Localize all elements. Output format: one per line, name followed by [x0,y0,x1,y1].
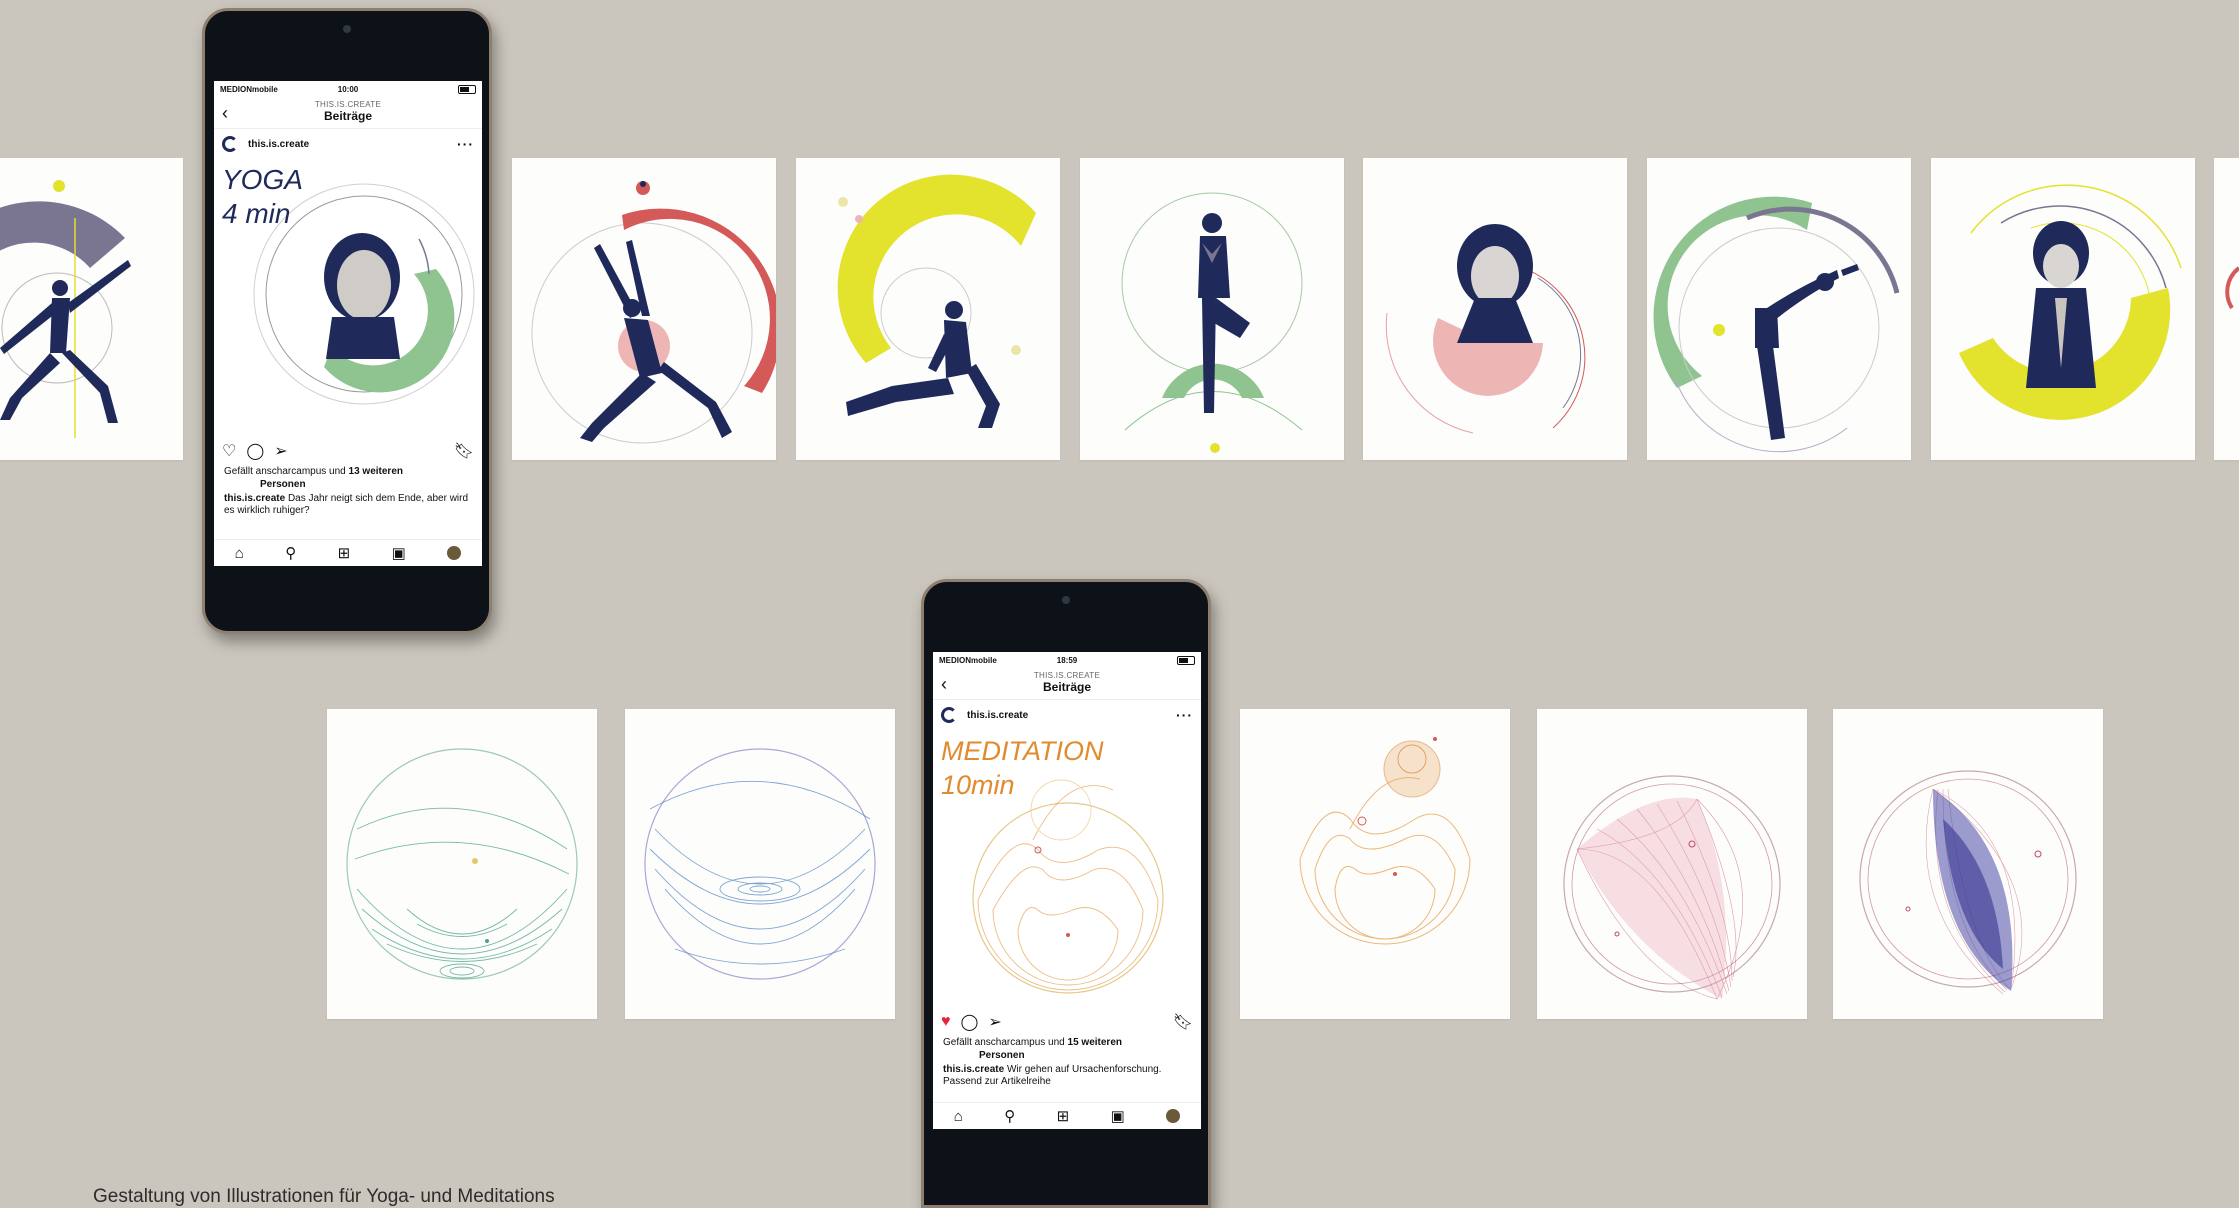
post-account-row[interactable]: this.is.create ··· [214,129,482,159]
yoga-card-5 [1080,158,1344,460]
phone-meditation: MEDIONmobile 18:59 ‹ THIS.IS.CREATE Beit… [921,579,1211,1208]
post-caption: this.is.create Das Jahr neigt sich dem E… [214,491,482,519]
comment-icon[interactable]: ◯ [246,441,264,461]
nav-header: ‹ THIS.IS.CREATE Beiträge [214,98,482,129]
yoga-illustration-4 [837,174,1036,428]
back-chevron-icon[interactable]: ‹ [222,104,228,122]
send-icon[interactable]: ➢ [988,1012,1001,1032]
post-title: MEDITATION 10min [941,736,1104,800]
status-time: 10:00 [337,85,359,94]
post-account-row[interactable]: this.is.create ··· [933,700,1201,730]
yoga-illustration-5 [1121,192,1303,453]
meditation-card-6 [1833,709,2103,1019]
front-camera [343,25,351,33]
nav-title: Beiträge [1042,680,1092,694]
heart-icon[interactable]: ♥ [941,1013,951,1031]
post-caption: this.is.create Wir gehen auf Ursachenfor… [933,1062,1201,1090]
yoga-illustration-3 [531,181,776,444]
likes-count: 13 weiteren [348,466,403,477]
home-icon[interactable]: ⌂ [954,1108,963,1125]
post-title: YOGA 4 min [222,164,303,229]
likes-prefix: Gefällt anscharcampus und [224,466,349,477]
bottom-tab-bar: ⌂ ⚲ ⊞ ▣ [933,1102,1201,1129]
footer-caption: Gestaltung von Illustrationen für Yoga- … [93,1186,555,1207]
post-actions: ♥ ◯ ➢ 🔖︎ [933,1008,1201,1036]
likes-line[interactable]: Gefällt anscharcampus und 15 weiteren Pe… [933,1036,1201,1062]
meditation-card-5 [1537,709,1807,1019]
likes-count: 15 weiteren [1067,1037,1122,1048]
front-camera [1062,596,1070,604]
account-logo-icon [222,136,238,152]
meditation-illustration-1 [346,748,578,980]
meditation-card-4 [1240,709,1510,1019]
status-time: 18:59 [1056,656,1078,665]
status-bar: MEDIONmobile 18:59 [933,652,1201,669]
comment-icon[interactable]: ◯ [961,1012,979,1032]
account-name[interactable]: this.is.create [248,139,457,150]
likes-line[interactable]: Gefällt anscharcampus und 13 weiteren Pe… [214,465,482,491]
heart-icon[interactable]: ♡ [222,441,236,461]
search-icon[interactable]: ⚲ [1004,1107,1015,1125]
meditation-illustration-6 [1859,770,2077,995]
add-post-icon[interactable]: ⊞ [338,544,351,562]
caption-user[interactable]: this.is.create [943,1064,1004,1075]
more-options-icon[interactable]: ··· [1176,707,1193,723]
add-post-icon[interactable]: ⊞ [1057,1107,1070,1125]
bottom-tab-bar: ⌂ ⚲ ⊞ ▣ [214,539,482,566]
status-bar: MEDIONmobile 10:00 [214,81,482,98]
yoga-card-4 [796,158,1060,460]
yoga-illustration-8 [1959,184,2182,420]
post-actions: ♡ ◯ ➢ 🔖︎ [214,437,482,465]
likes-suffix: Personen [979,1050,1025,1061]
battery-icon [458,85,476,94]
meditation-illustration-5 [1563,775,1781,1000]
yoga-card-3 [512,158,776,460]
instagram-screen-yoga: MEDIONmobile 10:00 ‹ THIS.IS.CREATE Beit… [214,81,482,566]
yoga-illustration-6 [1385,224,1586,434]
meditation-illustration-4 [1299,737,1471,945]
yoga-illustration-1 [0,180,131,438]
caption-user[interactable]: this.is.create [224,493,285,504]
home-icon[interactable]: ⌂ [235,545,244,562]
profile-avatar[interactable] [1166,1109,1181,1123]
post-image-yoga[interactable]: YOGA 4 min [214,159,482,437]
meditation-illustration-2 [644,748,876,980]
bookmark-icon[interactable]: 🔖︎ [1173,1012,1193,1032]
nav-title: Beiträge [323,109,373,123]
yoga-illustration-7 [1653,196,1900,453]
shop-icon[interactable]: ▣ [1111,1107,1125,1125]
meditation-card-2 [625,709,895,1019]
bookmark-icon[interactable]: 🔖︎ [454,441,474,461]
likes-prefix: Gefällt anscharcampus und [943,1037,1068,1048]
yoga-card-1 [0,158,183,460]
phone-yoga: MEDIONmobile 10:00 ‹ THIS.IS.CREATE Beit… [202,8,492,634]
yoga-card-8 [1931,158,2195,460]
post-image-meditation[interactable]: MEDITATION 10min [933,730,1201,1008]
more-options-icon[interactable]: ··· [457,136,474,152]
likes-suffix: Personen [260,479,306,490]
meditation-card-1 [327,709,597,1019]
yoga-illustration-9 [2225,266,2239,310]
profile-avatar[interactable] [447,546,462,560]
shop-icon[interactable]: ▣ [392,544,406,562]
send-icon[interactable]: ➢ [274,441,287,461]
instagram-screen-meditation: MEDIONmobile 18:59 ‹ THIS.IS.CREATE Beit… [933,652,1201,1129]
yoga-card-9-partial [2214,158,2239,460]
nav-header: ‹ THIS.IS.CREATE Beiträge [933,669,1201,700]
yoga-card-7 [1647,158,1911,460]
account-name[interactable]: this.is.create [967,710,1176,721]
back-chevron-icon[interactable]: ‹ [941,675,947,693]
account-logo-icon [941,707,957,723]
nav-supertitle: THIS.IS.CREATE [1033,671,1101,680]
search-icon[interactable]: ⚲ [285,544,296,562]
battery-icon [1177,656,1195,665]
nav-supertitle: THIS.IS.CREATE [314,100,382,109]
yoga-card-6 [1363,158,1627,460]
